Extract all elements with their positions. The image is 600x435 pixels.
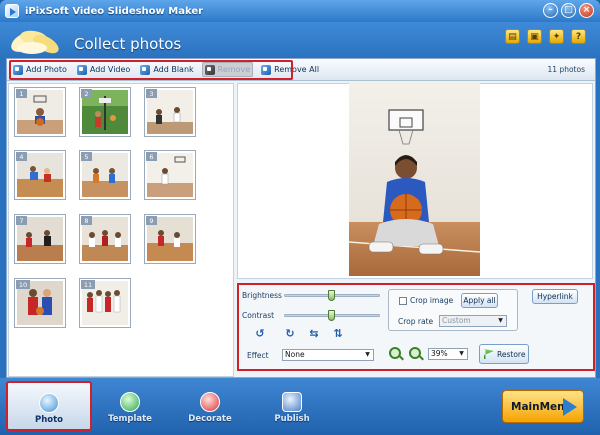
photo-globe-icon xyxy=(39,393,59,413)
zoom-out-icon[interactable] xyxy=(409,347,421,359)
thumbnail-number: 8 xyxy=(81,216,92,225)
brightness-label: Brightness xyxy=(242,291,282,300)
flag-icon xyxy=(484,349,494,359)
restore-button[interactable]: Restore xyxy=(479,344,529,364)
thumbnail-number: 7 xyxy=(16,216,27,225)
page-header: Collect photos ▤ ▣ ✦ ? xyxy=(0,22,600,58)
thumbnail-grid[interactable]: 1 2 3 4 5 6 7 8 9 10 11 xyxy=(8,83,234,377)
app-window: iPixSoft Video Slideshow Maker – □ × Col… xyxy=(0,0,600,435)
publish-icon xyxy=(282,392,302,412)
remove-all-icon xyxy=(261,64,272,75)
thumbnail-3[interactable]: 3 xyxy=(144,87,196,137)
chevron-down-icon: ▼ xyxy=(459,350,464,357)
template-globe-icon xyxy=(120,392,140,412)
main-menu-button[interactable]: MainMenu xyxy=(502,390,584,423)
thumbnail-number: 1 xyxy=(16,89,27,98)
arrow-right-icon xyxy=(563,398,577,416)
remove-icon xyxy=(204,64,215,75)
tab-label: Decorate xyxy=(188,414,232,424)
contrast-label: Contrast xyxy=(242,311,275,320)
photo-adjust-panel: Brightness Contrast ↺ ↻ ⇆ ⇅ Effect None … xyxy=(237,283,595,371)
crop-group: Crop image Apply all Crop rate Custom ▼ xyxy=(388,289,518,331)
decorate-heart-icon xyxy=(200,392,220,412)
minimize-button[interactable]: – xyxy=(543,3,558,18)
thumbnail-5[interactable]: 5 xyxy=(79,150,131,200)
photo-preview-panel xyxy=(237,82,593,279)
chevron-down-icon: ▼ xyxy=(498,317,503,324)
window-title: iPixSoft Video Slideshow Maker xyxy=(25,5,204,17)
app-logo-icon xyxy=(5,4,19,18)
hyperlink-button[interactable]: Hyperlink xyxy=(532,289,578,304)
effect-select[interactable]: None ▼ xyxy=(282,349,374,361)
thumbnail-number: 5 xyxy=(81,152,92,161)
thumbnail-10[interactable]: 10 xyxy=(14,278,66,328)
contrast-slider-thumb[interactable] xyxy=(328,310,335,321)
tab-label: Photo xyxy=(34,415,64,425)
main-panel: Add Photo Add Video Add Blank Remove Rem… xyxy=(6,58,596,378)
tab-label: Template xyxy=(108,414,152,424)
chevron-down-icon: ▼ xyxy=(365,351,370,358)
thumbnail-number: 9 xyxy=(146,216,157,225)
page-title: Collect photos xyxy=(74,35,182,53)
thumbnail-11[interactable]: 11 xyxy=(79,278,131,328)
tab-label: Publish xyxy=(274,414,310,424)
maximize-button[interactable]: □ xyxy=(561,3,576,18)
thumbnail-1[interactable]: 1 xyxy=(14,87,66,137)
crop-image-label: Crop image xyxy=(410,296,454,305)
thumbnail-6[interactable]: 6 xyxy=(144,150,196,200)
crop-rate-label: Crop rate xyxy=(398,317,434,326)
apply-all-button[interactable]: Apply all xyxy=(461,293,498,308)
thumbnail-4[interactable]: 4 xyxy=(14,150,66,200)
add-blank-icon xyxy=(140,64,151,75)
add-photo-icon xyxy=(13,64,23,75)
thumbnail-8[interactable]: 8 xyxy=(79,214,131,264)
add-blank-button[interactable]: Add Blank xyxy=(138,62,195,77)
rotate-right-icon[interactable]: ↻ xyxy=(283,328,297,340)
thumbnail-7[interactable]: 7 xyxy=(14,214,66,264)
add-video-button[interactable]: Add Video xyxy=(75,62,132,77)
thumbnail-number: 3 xyxy=(146,89,157,98)
remove-all-button[interactable]: Remove All xyxy=(259,62,321,77)
add-video-icon xyxy=(76,64,87,75)
zoom-select[interactable]: 39% ▼ xyxy=(428,348,468,360)
zoom-in-icon[interactable] xyxy=(389,347,401,359)
thumbnail-number: 6 xyxy=(146,152,157,161)
crop-image-checkbox[interactable] xyxy=(399,297,407,305)
thumbnail-2[interactable]: 2 xyxy=(79,87,131,137)
thumbnail-number: 4 xyxy=(16,152,27,161)
photo-toolbar: Add Photo Add Video Add Blank Remove Rem… xyxy=(7,59,595,81)
title-bar[interactable]: iPixSoft Video Slideshow Maker – □ × xyxy=(0,0,600,22)
tab-publish[interactable]: Publish xyxy=(262,384,322,428)
folder-icon[interactable]: ▤ xyxy=(505,29,520,44)
flip-vertical-icon[interactable]: ⇅ xyxy=(331,328,345,340)
flower-logo-icon xyxy=(11,30,59,54)
brightness-slider[interactable] xyxy=(284,290,380,301)
thumbnail-number: 2 xyxy=(81,89,92,98)
flip-horizontal-icon[interactable]: ⇆ xyxy=(307,328,321,340)
photo-count: 11 photos xyxy=(547,65,585,74)
tab-photo[interactable]: Photo xyxy=(6,381,92,431)
lightbulb-icon[interactable]: ✦ xyxy=(549,29,564,44)
brightness-slider-thumb[interactable] xyxy=(328,290,335,301)
close-button[interactable]: × xyxy=(579,3,594,18)
save-icon[interactable]: ▣ xyxy=(527,29,542,44)
help-icon[interactable]: ? xyxy=(571,29,586,44)
preview-image xyxy=(349,82,480,276)
tab-template[interactable]: Template xyxy=(100,384,160,428)
thumbnail-number: 11 xyxy=(81,280,95,289)
bottom-nav: Photo Template Decorate Publish MainMenu xyxy=(0,378,600,435)
remove-button[interactable]: Remove xyxy=(201,62,254,77)
crop-rate-select[interactable]: Custom ▼ xyxy=(439,315,507,327)
add-photo-button[interactable]: Add Photo xyxy=(11,62,69,77)
thumbnail-number: 10 xyxy=(16,280,30,289)
rotate-left-icon[interactable]: ↺ xyxy=(253,328,267,340)
thumbnail-9[interactable]: 9 xyxy=(144,214,196,264)
tab-decorate[interactable]: Decorate xyxy=(180,384,240,428)
contrast-slider[interactable] xyxy=(284,310,380,321)
effect-label: Effect xyxy=(247,351,269,360)
